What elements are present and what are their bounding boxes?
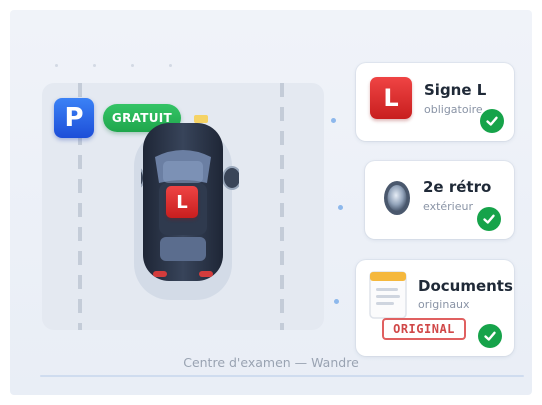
- requirement-card-mirror: 2e rétro extérieur: [365, 161, 514, 239]
- connector-dot-3: [334, 299, 339, 304]
- caption-underline: [40, 375, 524, 377]
- requirement-card-l-sign: L Signe L obligatoire: [356, 63, 514, 141]
- card-subtitle: extérieur: [423, 200, 474, 213]
- card-title: Documents: [418, 277, 513, 295]
- original-stamp: ORIGINAL: [382, 318, 466, 340]
- parking-sign-icon: P: [54, 98, 94, 138]
- document-icon: [369, 271, 407, 319]
- card-subtitle: originaux: [418, 298, 470, 311]
- card-title: Signe L: [424, 81, 487, 99]
- card-title: 2e rétro: [423, 178, 492, 196]
- check-icon: [478, 324, 502, 348]
- connector-dot-1: [331, 118, 336, 123]
- decorative-dots: [55, 64, 195, 68]
- lane-line-right: [280, 83, 284, 330]
- mirror-icon: [384, 181, 410, 215]
- connector-dot-2: [338, 205, 343, 210]
- requirement-card-documents: Documents originaux: [356, 260, 514, 356]
- l-sign-icon: L: [370, 77, 412, 119]
- check-icon: [477, 207, 501, 231]
- car-l-sign-icon: L: [166, 186, 198, 218]
- location-caption: Centre d'examen — Wandre: [183, 355, 359, 370]
- check-icon: [480, 109, 504, 133]
- card-subtitle: obligatoire: [424, 103, 483, 116]
